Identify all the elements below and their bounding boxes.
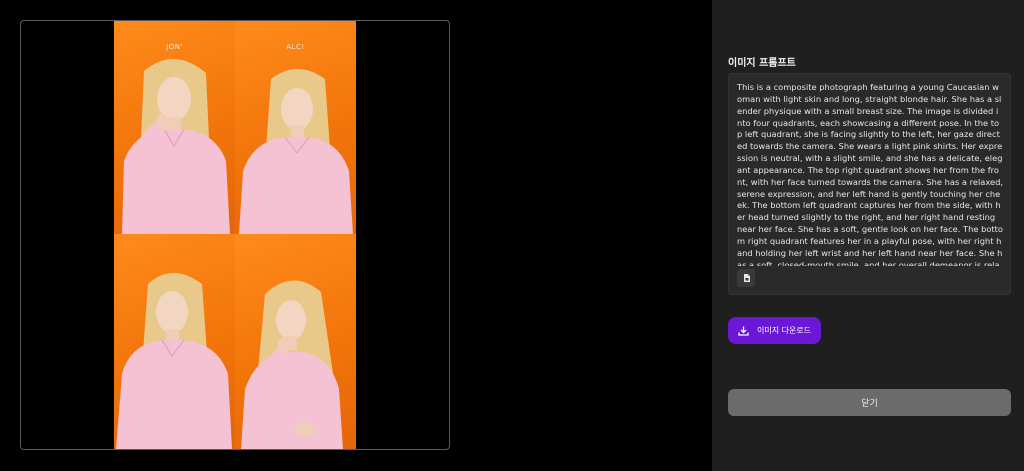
portrait-figure: [241, 280, 343, 449]
copy-icon: [743, 274, 750, 282]
prompt-text: This is a composite photograph featuring…: [737, 82, 1003, 266]
cell-label: JON': [166, 43, 183, 51]
cell-label: ALC!: [286, 43, 305, 51]
close-label: 닫기: [861, 399, 878, 409]
download-label: 이미지 다운로드: [756, 326, 812, 335]
close-button[interactable]: 닫기: [728, 389, 1011, 416]
image-quadrant-top-left: JON': [114, 21, 235, 234]
prompt-panel: 이미지 프롬프트 This is a composite photograph …: [712, 0, 1024, 471]
portrait-figure: [122, 58, 230, 234]
portrait-figure: [239, 69, 353, 234]
image-frame: JON' ALC!: [20, 20, 450, 450]
image-quadrant-bottom-right: [235, 234, 356, 449]
image-viewer: JON' ALC!: [0, 0, 712, 471]
composite-image: JON' ALC!: [114, 21, 356, 449]
download-icon: [738, 326, 749, 336]
image-quadrant-top-right: ALC!: [235, 21, 356, 234]
download-image-button[interactable]: 이미지 다운로드: [728, 317, 821, 344]
image-quadrant-bottom-left: [114, 234, 235, 449]
portrait-figure: [116, 273, 232, 449]
prompt-box: This is a composite photograph featuring…: [728, 73, 1011, 295]
panel-title: 이미지 프롬프트: [728, 58, 796, 69]
copy-button[interactable]: [737, 269, 755, 287]
